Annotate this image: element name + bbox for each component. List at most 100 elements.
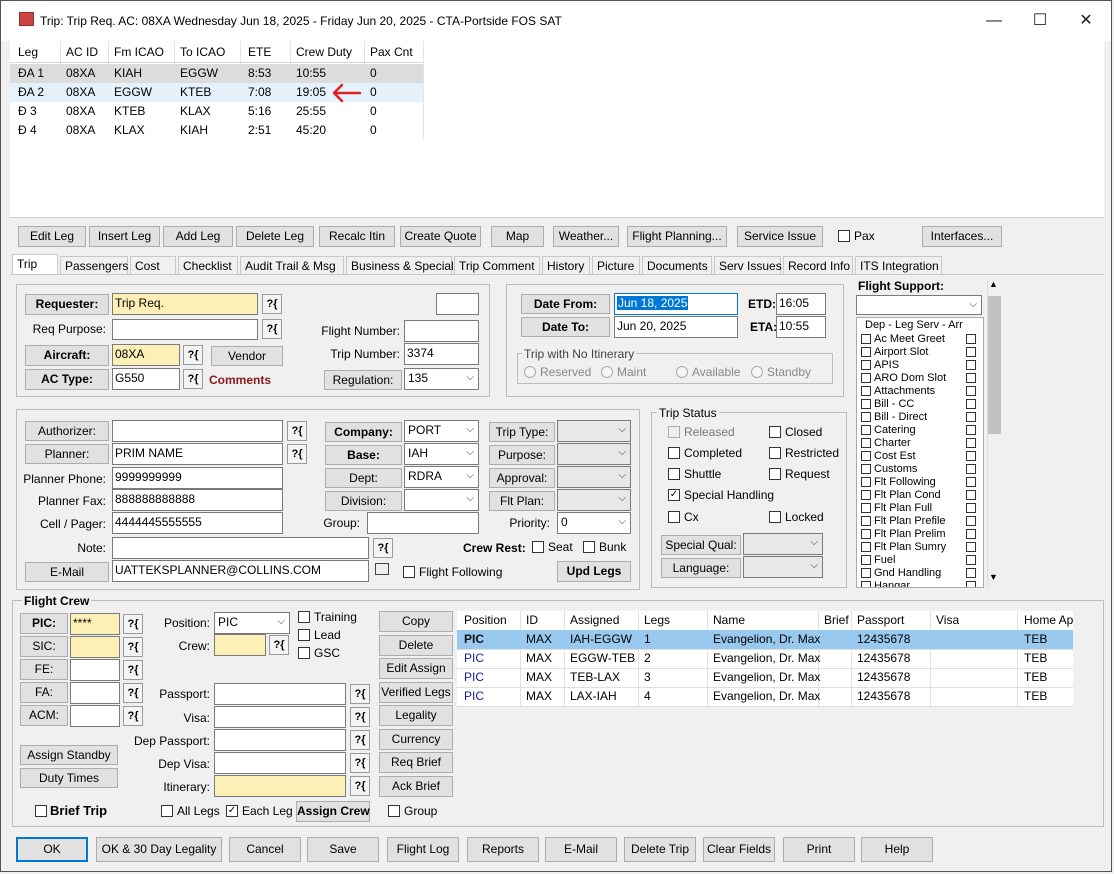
crew-lookup-icon[interactable]: ?{ xyxy=(269,635,289,655)
tab[interactable]: Serv Issues xyxy=(714,256,782,274)
cell-pager-field[interactable]: 4444445555555 xyxy=(112,512,283,534)
pic-field[interactable]: **** xyxy=(70,613,120,635)
planner-phone-field[interactable]: 9999999999 xyxy=(112,467,283,489)
vendor-button[interactable]: Vendor xyxy=(211,346,283,366)
planner-field[interactable]: PRIM NAME xyxy=(112,443,283,465)
toolbar-button[interactable]: Map xyxy=(491,226,544,247)
tab[interactable]: History xyxy=(542,256,590,274)
authorizer-button[interactable]: Authorizer: xyxy=(25,421,109,441)
note-field[interactable] xyxy=(112,537,369,559)
top-right-blank-field[interactable] xyxy=(436,293,479,315)
aircraft-button[interactable]: Aircraft: xyxy=(25,345,109,366)
purpose-select[interactable]: ⌵ xyxy=(557,443,631,465)
base-select[interactable]: IAH ⌵ xyxy=(404,443,479,465)
flight-support-dep-checkbox[interactable] xyxy=(861,516,871,526)
flight-support-arr-checkbox[interactable] xyxy=(966,425,976,435)
req-purpose-field[interactable] xyxy=(112,319,258,340)
dep-passport-lookup-icon[interactable]: ?{ xyxy=(350,730,370,750)
flight-support-dep-checkbox[interactable] xyxy=(861,451,871,461)
fe-button[interactable]: FE: xyxy=(20,659,68,680)
flight-support-arr-checkbox[interactable] xyxy=(966,412,976,422)
trip-number-field[interactable]: 3374 xyxy=(404,343,479,365)
crew-action-button[interactable]: Verified Legs xyxy=(379,681,453,703)
crew-action-button[interactable]: Legality xyxy=(379,705,453,726)
flight-support-arr-checkbox[interactable] xyxy=(966,490,976,500)
flight-support-dep-checkbox[interactable] xyxy=(861,412,871,422)
fe-field[interactable] xyxy=(70,659,120,681)
itinerary-lookup-icon[interactable]: ?{ xyxy=(350,776,370,796)
flight-support-arr-checkbox[interactable] xyxy=(966,386,976,396)
tab[interactable]: Audit Trail & Msg xyxy=(240,256,344,274)
tab[interactable]: Cost xyxy=(130,256,176,274)
flight-support-select[interactable]: ⌵ xyxy=(856,295,982,315)
scroll-down-icon[interactable]: ▼ xyxy=(989,572,998,582)
dept-button[interactable]: Dept: xyxy=(325,468,402,488)
flight-support-arr-checkbox[interactable] xyxy=(966,581,976,587)
date-to-field[interactable]: Jun 20, 2025 xyxy=(614,316,738,338)
flight-support-arr-checkbox[interactable] xyxy=(966,568,976,578)
tab[interactable]: Documents xyxy=(642,256,712,274)
training-checkbox[interactable] xyxy=(298,611,310,623)
comments-link[interactable]: Comments xyxy=(209,373,271,387)
aircraft-lookup-icon[interactable]: ?{ xyxy=(183,345,203,365)
req-purpose-lookup-icon[interactable]: ?{ xyxy=(262,319,282,339)
crew-action-button[interactable]: Req Brief xyxy=(379,752,453,773)
released-checkbox[interactable] xyxy=(668,426,680,438)
standby-radio[interactable] xyxy=(751,366,763,378)
pic-lookup-icon[interactable]: ?{ xyxy=(123,614,143,634)
flight-support-arr-checkbox[interactable] xyxy=(966,477,976,487)
toolbar-button[interactable]: Create Quote xyxy=(400,226,481,247)
flight-support-arr-checkbox[interactable] xyxy=(966,360,976,370)
bottom-action-button[interactable]: Flight Log xyxy=(387,837,459,862)
bottom-action-button[interactable]: Delete Trip xyxy=(624,837,696,862)
authorizer-field[interactable] xyxy=(112,420,283,442)
upd-legs-button[interactable]: Upd Legs xyxy=(557,561,631,582)
flight-support-dep-checkbox[interactable] xyxy=(861,438,871,448)
toolbar-button[interactable]: Add Leg xyxy=(163,226,233,247)
tab[interactable]: Trip Comment xyxy=(454,256,540,274)
email-field[interactable]: UATTEKSPLANNER@COLLINS.COM xyxy=(112,560,369,582)
aircraft-field[interactable]: 08XA xyxy=(112,344,180,366)
bunk-checkbox[interactable] xyxy=(583,541,595,553)
tab[interactable]: Business & Special xyxy=(346,256,454,274)
toolbar-button[interactable]: Recalc Itin xyxy=(319,226,395,247)
locked-checkbox[interactable] xyxy=(769,511,781,523)
ac-type-field[interactable]: G550 xyxy=(112,368,180,390)
flight-support-arr-checkbox[interactable] xyxy=(966,373,976,383)
purpose-button[interactable]: Purpose: xyxy=(489,445,555,465)
sic-button[interactable]: SIC: xyxy=(20,636,68,657)
toolbar-button[interactable]: Weather... xyxy=(553,226,619,247)
flight-support-arr-checkbox[interactable] xyxy=(966,555,976,565)
each-leg-checkbox[interactable]: ✓ xyxy=(226,805,238,817)
scroll-up-icon[interactable]: ▲ xyxy=(989,279,998,289)
note-lookup-icon[interactable]: ?{ xyxy=(373,538,393,558)
visa-field[interactable] xyxy=(214,706,346,728)
maximize-button[interactable]: ☐ xyxy=(1025,8,1055,34)
trip-type-select[interactable]: ⌵ xyxy=(557,420,631,442)
flight-support-dep-checkbox[interactable] xyxy=(861,581,871,587)
passport-field[interactable] xyxy=(214,683,346,705)
flight-support-dep-checkbox[interactable] xyxy=(861,555,871,565)
crew-field[interactable] xyxy=(214,634,266,656)
dep-visa-field[interactable] xyxy=(214,752,346,774)
brief-trip-checkbox[interactable] xyxy=(35,805,47,817)
division-button[interactable]: Division: xyxy=(325,491,402,511)
eta-field[interactable]: 10:55 xyxy=(776,316,826,338)
itinerary-field[interactable] xyxy=(214,775,346,797)
bottom-action-button[interactable]: Cancel xyxy=(229,837,301,862)
flight-support-arr-checkbox[interactable] xyxy=(966,399,976,409)
tab[interactable]: Checklist xyxy=(178,256,238,274)
approval-select[interactable]: ⌵ xyxy=(557,466,631,488)
bottom-action-button[interactable]: Save xyxy=(307,837,379,862)
completed-checkbox[interactable] xyxy=(668,447,680,459)
cx-checkbox[interactable] xyxy=(668,511,680,523)
gsc-checkbox[interactable] xyxy=(298,647,310,659)
special-qual-select[interactable]: ⌵ xyxy=(743,533,823,555)
email-book-icon[interactable] xyxy=(375,563,389,575)
fa-field[interactable] xyxy=(70,682,120,704)
position-select[interactable]: PIC ⌵ xyxy=(214,612,290,634)
toolbar-button[interactable]: Service Issue xyxy=(737,226,823,247)
language-select[interactable]: ⌵ xyxy=(743,556,823,578)
request-checkbox[interactable] xyxy=(769,468,781,480)
company-button[interactable]: Company: xyxy=(325,422,402,442)
